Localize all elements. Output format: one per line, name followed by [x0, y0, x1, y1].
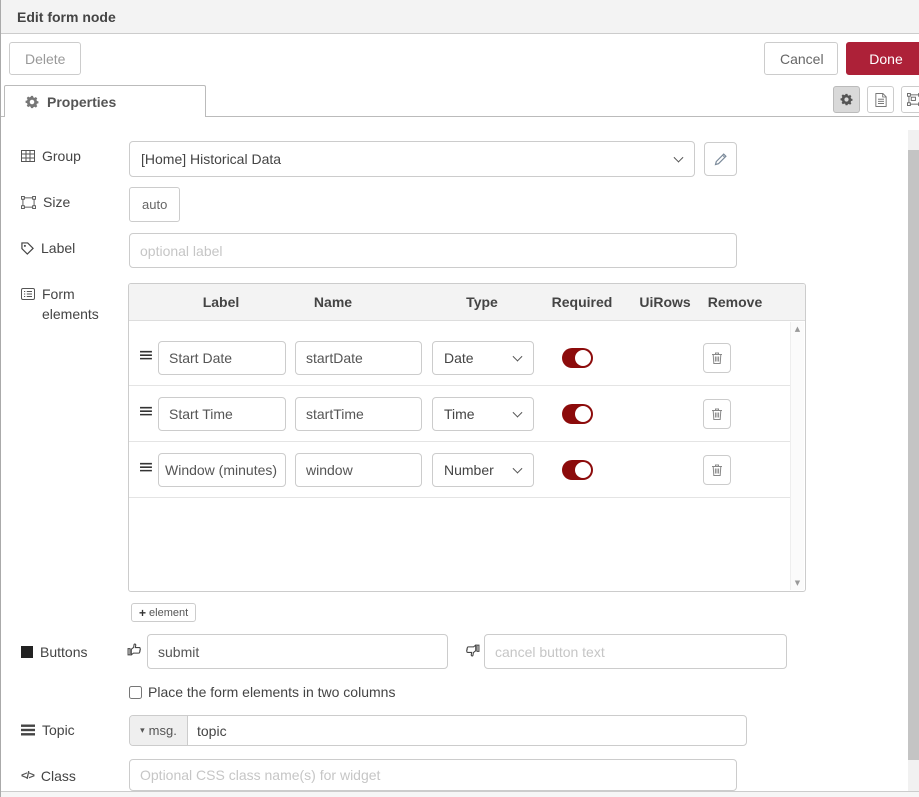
topic-typed-input: ▾ msg. topic [129, 715, 747, 746]
element-type-select[interactable]: Time [432, 397, 534, 431]
edit-form-node-dialog: Edit form node Delete Cancel Done Proper… [0, 0, 919, 797]
element-name-input[interactable] [295, 397, 422, 431]
chevron-down-icon [513, 464, 523, 474]
object-group-icon [907, 93, 919, 106]
column-header-required: Required [552, 294, 613, 310]
remove-element-button[interactable] [703, 455, 731, 485]
form-elements-field-label: Form elements [21, 284, 107, 324]
document-icon [875, 93, 887, 107]
list-icon [21, 284, 35, 300]
column-header-name: Name [314, 294, 352, 310]
group-select[interactable]: [Home] Historical Data [129, 141, 695, 177]
submit-button-text-input[interactable] [147, 634, 448, 669]
dialog-scrollbar[interactable] [908, 130, 919, 797]
drag-handle-icon[interactable]: ≡ [138, 402, 154, 421]
plus-icon: + [139, 606, 146, 620]
bottom-divider [1, 791, 919, 797]
table-row: ≡ Time [129, 386, 792, 442]
topic-type-select[interactable]: ▾ msg. [130, 716, 188, 745]
properties-tab-button[interactable] [833, 86, 860, 113]
code-icon: </> [21, 770, 34, 782]
column-header-remove: Remove [708, 294, 762, 310]
thumbs-up-icon [127, 642, 142, 657]
table-row: ≡ Number [129, 442, 792, 498]
column-header-type: Type [466, 294, 498, 310]
element-name-input[interactable] [295, 341, 422, 375]
toggle-knob [575, 406, 591, 422]
trash-icon [711, 351, 723, 365]
cancel-button-text-input[interactable] [484, 634, 787, 669]
square-icon [21, 646, 33, 658]
table-row: ≡ Date [129, 330, 792, 386]
caret-down-icon: ▾ [140, 726, 145, 736]
class-input[interactable] [129, 759, 737, 791]
buttons-field-label: Buttons [21, 644, 87, 660]
scrollbar-thumb[interactable] [908, 150, 919, 760]
label-input[interactable] [129, 233, 737, 268]
pencil-icon [714, 152, 728, 166]
thumbs-down-icon [465, 643, 480, 658]
label-field-label: Label [21, 240, 75, 256]
element-label-input[interactable] [158, 397, 286, 431]
edit-group-button[interactable] [704, 142, 737, 176]
tab-properties[interactable]: Properties [4, 85, 206, 117]
tag-icon [21, 242, 34, 255]
column-header-label: Label [203, 294, 240, 310]
form-elements-table-header: Label Name Type Required UiRows Remove [129, 284, 805, 321]
chevron-down-icon [674, 153, 684, 163]
chevron-down-icon [513, 352, 523, 362]
topic-value-input[interactable]: topic [188, 716, 746, 745]
form-elements-table: Label Name Type Required UiRows Remove ≡… [128, 283, 806, 592]
add-element-button[interactable]: + element [131, 603, 196, 622]
element-label-input[interactable] [158, 341, 286, 375]
remove-element-button[interactable] [703, 343, 731, 373]
trash-icon [711, 463, 723, 477]
required-toggle[interactable] [562, 348, 593, 368]
class-field-label: </> Class [21, 768, 76, 784]
size-auto-button[interactable]: auto [129, 187, 180, 222]
drag-handle-icon[interactable]: ≡ [138, 458, 154, 477]
scroll-down-icon[interactable]: ▼ [791, 579, 804, 587]
topic-field-label: Topic [21, 722, 75, 738]
gear-icon [25, 95, 39, 109]
tab-bar: Properties [1, 85, 919, 117]
column-header-uirows: UiRows [639, 294, 690, 310]
size-field-label: Size [21, 194, 70, 210]
element-name-input[interactable] [295, 453, 422, 487]
drag-handle-icon[interactable]: ≡ [138, 346, 154, 365]
remove-element-button[interactable] [703, 399, 731, 429]
required-toggle[interactable] [562, 460, 593, 480]
form-elements-list: ≡ Date ≡ Time [129, 321, 805, 591]
appearance-tab-button[interactable] [901, 86, 919, 113]
topic-type-label: msg. [149, 723, 177, 738]
element-label-input[interactable] [158, 453, 286, 487]
element-type-select[interactable]: Date [432, 341, 534, 375]
toggle-knob [575, 350, 591, 366]
table-icon [21, 150, 35, 162]
gear-icon [840, 93, 853, 106]
list-scrollbar[interactable]: ▲ ▼ [790, 322, 804, 590]
description-tab-button[interactable] [867, 86, 894, 113]
scroll-up-icon[interactable]: ▲ [791, 325, 804, 333]
tasks-icon [21, 724, 35, 736]
two-columns-option: Place the form elements in two columns [129, 684, 395, 700]
cancel-button[interactable]: Cancel [764, 42, 838, 75]
element-type-select[interactable]: Number [432, 453, 534, 487]
trash-icon [711, 407, 723, 421]
dialog-header: Edit form node [1, 0, 919, 34]
object-group-icon [21, 196, 36, 209]
tab-properties-label: Properties [47, 94, 116, 110]
two-columns-checkbox[interactable] [129, 686, 142, 699]
required-toggle[interactable] [562, 404, 593, 424]
dialog-title: Edit form node [1, 0, 919, 25]
delete-button[interactable]: Delete [9, 42, 81, 75]
two-columns-label: Place the form elements in two columns [148, 684, 395, 700]
chevron-down-icon [513, 408, 523, 418]
done-button[interactable]: Done [846, 42, 919, 75]
group-field-label: Group [21, 148, 81, 164]
toggle-knob [575, 462, 591, 478]
